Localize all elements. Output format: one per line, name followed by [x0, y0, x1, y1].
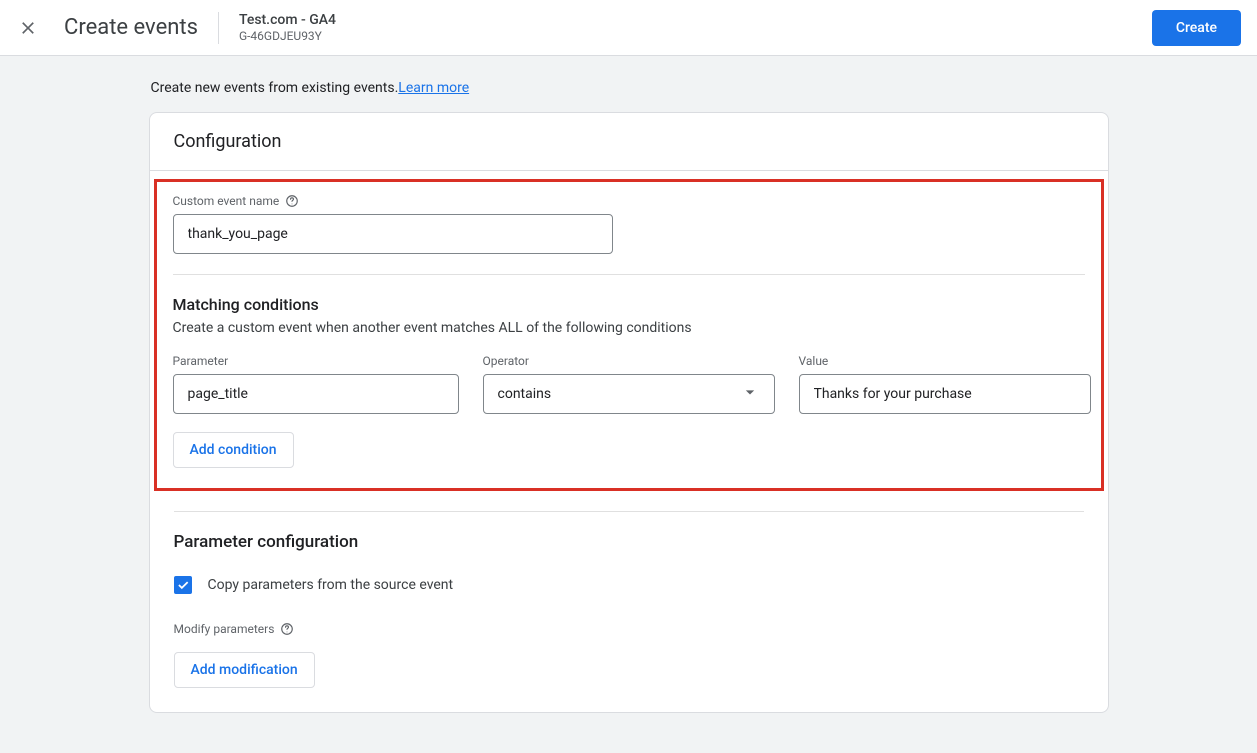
parameter-label: Parameter [173, 354, 459, 368]
value-label: Value [799, 354, 1091, 368]
help-icon[interactable] [285, 194, 299, 208]
operator-label: Operator [483, 354, 775, 368]
copy-params-label: Copy parameters from the source event [208, 577, 454, 593]
copy-params-row: Copy parameters from the source event [174, 576, 1084, 594]
intro-plain: Create new events from existing events. [151, 80, 399, 96]
operator-select[interactable]: contains [483, 374, 775, 414]
custom-event-name-label: Custom event name [173, 194, 1085, 208]
highlighted-region: Custom event name Matching conditions Cr… [154, 179, 1104, 491]
condition-row: Parameter Operator contains Valu [173, 354, 1085, 414]
learn-more-link[interactable]: Learn more [398, 80, 469, 96]
create-button[interactable]: Create [1152, 10, 1241, 46]
intro-text: Create new events from existing events.L… [149, 80, 1109, 96]
parameter-configuration-title: Parameter configuration [174, 532, 1084, 552]
card-title: Configuration [174, 131, 1084, 152]
modify-parameters-label-text: Modify parameters [174, 622, 275, 636]
close-icon[interactable] [16, 16, 40, 40]
card-header: Configuration [150, 113, 1108, 171]
divider [174, 511, 1084, 512]
property-block: Test.com - GA4 G-46GDJEU93Y [239, 12, 336, 43]
parameter-input[interactable] [173, 374, 459, 414]
chevron-down-icon [740, 382, 760, 406]
divider [218, 12, 219, 44]
value-input[interactable] [799, 374, 1091, 414]
matching-conditions-title: Matching conditions [173, 295, 1085, 314]
configuration-card: Configuration Custom event name Matching… [149, 112, 1109, 713]
divider [173, 274, 1085, 275]
copy-params-checkbox[interactable] [174, 576, 192, 594]
matching-conditions-desc: Create a custom event when another event… [173, 320, 1085, 336]
page-title: Create events [64, 15, 198, 40]
modify-parameters-label: Modify parameters [174, 622, 1084, 636]
custom-event-name-label-text: Custom event name [173, 194, 280, 208]
add-condition-button[interactable]: Add condition [173, 432, 294, 468]
add-modification-button[interactable]: Add modification [174, 652, 315, 688]
custom-event-name-input[interactable] [173, 214, 613, 254]
page-content: Create new events from existing events.L… [149, 56, 1109, 753]
property-name: Test.com - GA4 [239, 12, 336, 29]
operator-value: contains [498, 386, 552, 402]
property-id: G-46GDJEU93Y [239, 29, 336, 43]
top-bar: Create events Test.com - GA4 G-46GDJEU93… [0, 0, 1257, 56]
help-icon[interactable] [280, 622, 294, 636]
